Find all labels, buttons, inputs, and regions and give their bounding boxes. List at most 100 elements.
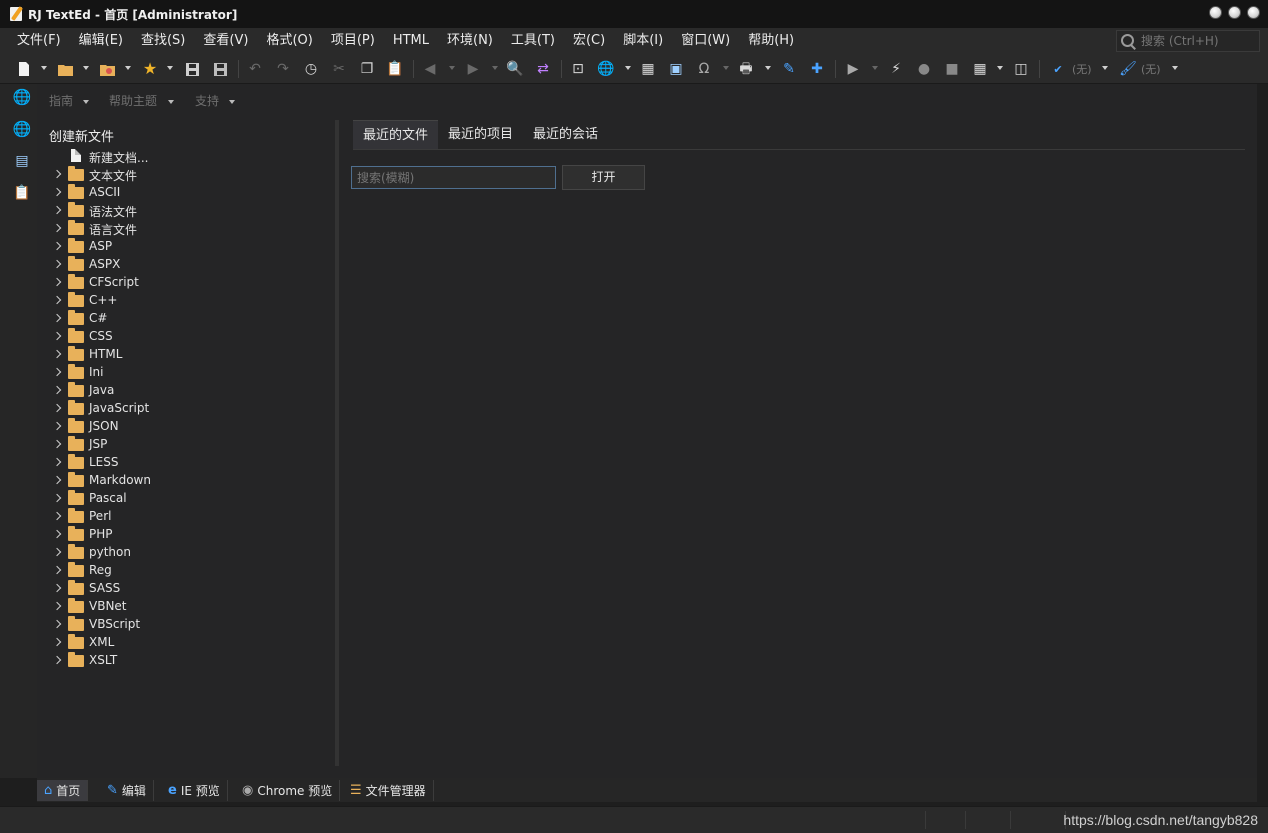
- chevron-right-icon[interactable]: [52, 187, 62, 197]
- chevron-right-icon[interactable]: [52, 583, 62, 593]
- tree-item[interactable]: python: [37, 544, 337, 562]
- chevron-right-icon[interactable]: [52, 367, 62, 377]
- chevron-right-icon[interactable]: [52, 619, 62, 629]
- menu-tools[interactable]: 工具(T): [502, 28, 564, 54]
- open-button[interactable]: 打开: [562, 165, 645, 190]
- explorer-icon[interactable]: ▤: [13, 152, 31, 170]
- tree-item[interactable]: JavaScript: [37, 400, 337, 418]
- tab-ie-preview[interactable]: e IE 预览: [161, 780, 228, 801]
- cut-icon[interactable]: ✂: [329, 59, 349, 79]
- new-file-icon[interactable]: [14, 59, 34, 79]
- spellcheck-dropdown-icon[interactable]: [1102, 66, 1108, 70]
- layout-dropdown-icon[interactable]: [997, 66, 1003, 70]
- history-icon[interactable]: ◷: [301, 59, 321, 79]
- guide-dropdown-icon[interactable]: [83, 100, 89, 104]
- global-search[interactable]: [1116, 30, 1260, 52]
- chevron-right-icon[interactable]: [52, 259, 62, 269]
- menu-html[interactable]: HTML: [384, 28, 438, 54]
- find-icon[interactable]: 🔍: [505, 59, 525, 79]
- tree-item[interactable]: LESS: [37, 454, 337, 472]
- tree-item[interactable]: CSS: [37, 328, 337, 346]
- menu-help[interactable]: 帮助(H): [739, 28, 803, 54]
- favorites-folder-icon[interactable]: [98, 59, 118, 79]
- style-label[interactable]: (无): [1141, 61, 1161, 77]
- menu-edit[interactable]: 编辑(E): [70, 28, 132, 54]
- tree-item[interactable]: JSP: [37, 436, 337, 454]
- back-arrow-icon[interactable]: ◀: [420, 59, 440, 79]
- forward-arrow-icon[interactable]: ▶: [463, 59, 483, 79]
- open-dropdown-icon[interactable]: [83, 66, 89, 70]
- help-topics-menu[interactable]: 帮助主题: [109, 92, 157, 109]
- chevron-right-icon[interactable]: [52, 205, 62, 215]
- record-icon[interactable]: ●: [914, 59, 934, 79]
- undo-icon[interactable]: ↶: [245, 59, 265, 79]
- chevron-right-icon[interactable]: [52, 349, 62, 359]
- tree-item[interactable]: SASS: [37, 580, 337, 598]
- tree-item[interactable]: JSON: [37, 418, 337, 436]
- menu-environment[interactable]: 环境(N): [438, 28, 502, 54]
- style-dropdown-icon[interactable]: [1172, 66, 1178, 70]
- run-dropdown-icon[interactable]: [872, 66, 878, 70]
- recent-search-input[interactable]: [351, 166, 556, 189]
- chevron-right-icon[interactable]: [52, 475, 62, 485]
- stop-icon[interactable]: ■: [942, 59, 962, 79]
- tree-item[interactable]: Perl: [37, 508, 337, 526]
- globe-icon[interactable]: 🌐: [13, 88, 32, 106]
- menu-format[interactable]: 格式(O): [257, 28, 321, 54]
- tree-item[interactable]: PHP: [37, 526, 337, 544]
- tab-home[interactable]: ⌂ 首页: [37, 780, 89, 801]
- tree-item[interactable]: 语法文件: [37, 202, 337, 220]
- chevron-right-icon[interactable]: [52, 385, 62, 395]
- tree-item[interactable]: XSLT: [37, 652, 337, 670]
- paste-icon[interactable]: 📋: [385, 59, 405, 79]
- run-icon[interactable]: ▶: [843, 59, 863, 79]
- panel-splitter[interactable]: [335, 120, 339, 766]
- print-dropdown-icon[interactable]: [765, 66, 771, 70]
- chevron-right-icon[interactable]: [52, 457, 62, 467]
- tree-item[interactable]: C#: [37, 310, 337, 328]
- flash-icon[interactable]: ⚡: [886, 59, 906, 79]
- tree-item[interactable]: 文本文件: [37, 166, 337, 184]
- tab-file-manager[interactable]: ☰ 文件管理器: [343, 780, 434, 801]
- chevron-right-icon[interactable]: [52, 493, 62, 503]
- chevron-right-icon[interactable]: [52, 313, 62, 323]
- star-dropdown-icon[interactable]: [167, 66, 173, 70]
- close-icon[interactable]: [1247, 6, 1260, 19]
- insert-icon[interactable]: ⊡: [568, 59, 588, 79]
- chevron-right-icon[interactable]: [52, 601, 62, 611]
- help-topics-dropdown-icon[interactable]: [168, 100, 174, 104]
- chevron-right-icon[interactable]: [52, 421, 62, 431]
- chevron-right-icon[interactable]: [52, 655, 62, 665]
- tree-item[interactable]: 语言文件: [37, 220, 337, 238]
- tab-edit[interactable]: ✎ 编辑: [100, 780, 154, 801]
- chevron-right-icon[interactable]: [52, 565, 62, 575]
- tree-item[interactable]: ASPX: [37, 256, 337, 274]
- menu-view[interactable]: 查看(V): [194, 28, 257, 54]
- tree-item[interactable]: XML: [37, 634, 337, 652]
- maximize-icon[interactable]: [1228, 6, 1241, 19]
- layout-grid-icon[interactable]: ▦: [970, 59, 990, 79]
- plugin-icon[interactable]: ✚: [807, 59, 827, 79]
- clipboard-icon[interactable]: 📋: [13, 184, 31, 202]
- tree-item[interactable]: Pascal: [37, 490, 337, 508]
- tab-recent-projects[interactable]: 最近的项目: [438, 120, 523, 150]
- tree-item[interactable]: C++: [37, 292, 337, 310]
- chevron-right-icon[interactable]: [52, 439, 62, 449]
- tree-item[interactable]: ASCII: [37, 184, 337, 202]
- tree-item[interactable]: Markdown: [37, 472, 337, 490]
- chevron-right-icon[interactable]: [52, 223, 62, 233]
- print-icon[interactable]: 🖶: [736, 59, 756, 79]
- tools-wrench-icon[interactable]: ✎: [779, 59, 799, 79]
- tab-recent-sessions[interactable]: 最近的会话: [523, 120, 608, 150]
- color-picker-icon[interactable]: ▦: [638, 59, 658, 79]
- tree-item[interactable]: ASP: [37, 238, 337, 256]
- global-search-input[interactable]: [1141, 34, 1257, 48]
- star-icon[interactable]: ★: [140, 59, 160, 79]
- web-check-icon[interactable]: 🌐: [13, 120, 32, 138]
- chevron-right-icon[interactable]: [52, 511, 62, 521]
- tree-item[interactable]: HTML: [37, 346, 337, 364]
- panel-layout-icon[interactable]: ◫: [1011, 59, 1031, 79]
- window-icon[interactable]: ▣: [666, 59, 686, 79]
- tab-recent-files[interactable]: 最近的文件: [353, 120, 439, 150]
- menu-window[interactable]: 窗口(W): [672, 28, 739, 54]
